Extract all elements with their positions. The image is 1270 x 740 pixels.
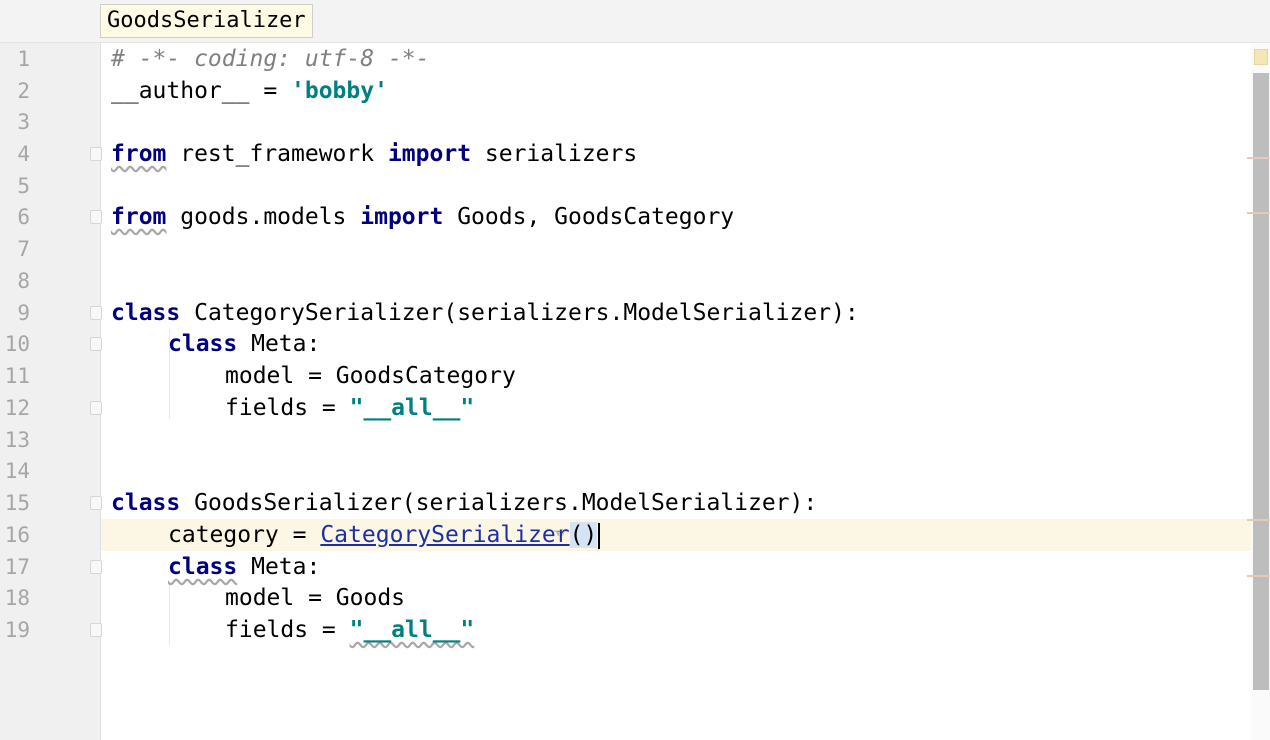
- line-number: 2: [17, 79, 30, 103]
- class-declaration: CategorySerializer(serializers.ModelSeri…: [180, 300, 859, 326]
- line-number: 13: [4, 428, 30, 452]
- code-line-12: fields = "__all__": [225, 392, 474, 424]
- text-caret: [598, 522, 601, 549]
- mouse-pointer-icon: ☜: [554, 523, 564, 542]
- assignment-lhs: category =: [168, 522, 321, 548]
- line-number: 15: [4, 491, 30, 515]
- assignment-lhs: fields =: [225, 617, 350, 643]
- line-number: 16: [4, 523, 30, 547]
- code-line-2: __author__ = 'bobby': [111, 75, 388, 107]
- line-number: 1: [17, 47, 30, 71]
- import-target: Goods, GoodsCategory: [443, 204, 735, 230]
- line-number: 19: [4, 618, 30, 642]
- breadcrumb-bar: GoodsSerializer: [0, 0, 1270, 43]
- code-line-4: from rest_framework import serializers: [111, 138, 637, 170]
- code-editor[interactable]: # -*- coding: utf-8 -*- __author__ = 'bo…: [101, 43, 1251, 740]
- code-line-6: from goods.models import Goods, GoodsCat…: [111, 201, 734, 233]
- code-line-17: class Meta:: [168, 551, 320, 583]
- keyword-import: import: [387, 141, 472, 167]
- class-reference-link[interactable]: CategorySerializer: [320, 522, 569, 548]
- code-line-10: class Meta:: [168, 328, 320, 360]
- line-number: 3: [17, 110, 30, 134]
- import-target: serializers: [471, 141, 638, 167]
- keyword-class: class: [168, 331, 238, 357]
- code-line-11: model = GoodsCategory: [225, 360, 516, 392]
- line-number: 6: [17, 205, 30, 229]
- line-number: 8: [17, 269, 30, 293]
- keyword-class: class: [111, 490, 181, 516]
- line-number: 18: [4, 586, 30, 610]
- code-line-18: model = Goods: [225, 582, 405, 614]
- line-number: 14: [4, 459, 30, 483]
- warning-stripe-marker[interactable]: [1247, 575, 1270, 577]
- code-line-16: category = CategorySerializer(): [168, 519, 601, 551]
- assignment: model = Goods: [225, 585, 406, 611]
- keyword-from: from: [111, 204, 167, 230]
- analysis-status-icon[interactable]: [1254, 49, 1268, 65]
- line-number: 11: [4, 364, 30, 388]
- line-number: 4: [17, 142, 30, 166]
- warning-stripe-marker[interactable]: [1247, 212, 1270, 214]
- assignment-lhs: fields =: [225, 395, 350, 421]
- code-line-19: fields = "__all__": [225, 614, 474, 646]
- breadcrumb[interactable]: GoodsSerializer: [100, 4, 313, 38]
- code-line-15: class GoodsSerializer(serializers.ModelS…: [111, 487, 817, 519]
- class-declaration: Meta:: [237, 554, 321, 580]
- class-declaration: GoodsSerializer(serializers.ModelSeriali…: [180, 490, 818, 516]
- string-literal: 'bobby': [291, 78, 388, 104]
- line-number: 9: [17, 301, 30, 325]
- module-name: rest_framework: [166, 141, 388, 167]
- call-parens: (): [569, 522, 598, 548]
- line-number: 7: [17, 237, 30, 261]
- warning-stripe-marker[interactable]: [1247, 519, 1270, 521]
- comment: # -*- coding: utf-8 -*-: [111, 46, 430, 72]
- code-line-1: # -*- coding: utf-8 -*-: [111, 43, 430, 75]
- gutter[interactable]: 1 2 3 4 5 6 7 8 9 10 11 12 13 14 15 16 1…: [0, 43, 102, 740]
- keyword-class: class: [111, 300, 181, 326]
- code-line-9: class CategorySerializer(serializers.Mod…: [111, 297, 859, 329]
- line-number: 5: [17, 174, 30, 198]
- module-name: goods.models: [166, 204, 361, 230]
- indent-guide: [169, 583, 170, 645]
- scrollbar-thumb[interactable]: [1253, 73, 1269, 690]
- identifier: __author__ =: [111, 78, 292, 104]
- line-number: 12: [4, 396, 30, 420]
- string-literal: "__all__": [349, 617, 475, 643]
- line-number: 17: [4, 555, 30, 579]
- keyword-from: from: [111, 141, 167, 167]
- assignment: model = GoodsCategory: [225, 363, 516, 389]
- class-declaration: Meta:: [237, 331, 321, 357]
- line-number: 10: [4, 332, 30, 356]
- warning-stripe-marker[interactable]: [1247, 157, 1270, 159]
- string-literal: "__all__": [349, 395, 475, 421]
- keyword-class: class: [168, 554, 238, 580]
- keyword-import: import: [360, 204, 444, 230]
